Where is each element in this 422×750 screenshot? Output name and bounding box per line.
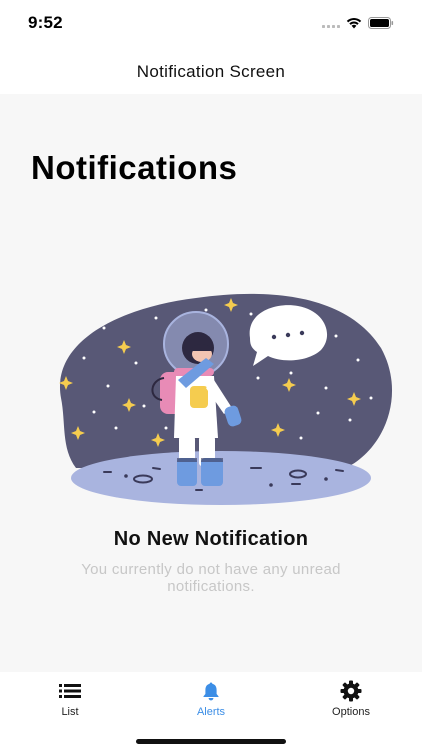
tab-list-label: List [61,706,79,718]
battery-icon [368,16,394,34]
page-title: Notifications [31,149,238,186]
tab-alerts-label: Alerts [196,706,226,718]
astronaut-illustration [46,288,396,510]
list-icon [59,680,81,702]
notifications-content: Notifications No New Notification You cu… [0,94,422,672]
status-icons [322,16,394,34]
empty-state-message: You currently do not have any unread not… [81,561,341,595]
tab-alerts[interactable]: Alerts [161,680,261,722]
home-indicator [136,739,286,744]
tab-options[interactable]: Options [301,680,401,722]
navigation-bar: Notification Screen [0,50,422,94]
gear-icon [340,680,362,702]
status-bar: 9:52 [0,0,422,50]
wifi-icon [346,16,362,34]
tab-options-label: Options [332,706,370,718]
signal-icon [322,16,340,34]
nav-title: Notification Screen [136,62,286,81]
bell-icon [201,680,221,702]
empty-state-title: No New Notification [113,528,309,550]
status-time: 9:52 [28,13,63,32]
tab-list[interactable]: List [20,680,120,722]
